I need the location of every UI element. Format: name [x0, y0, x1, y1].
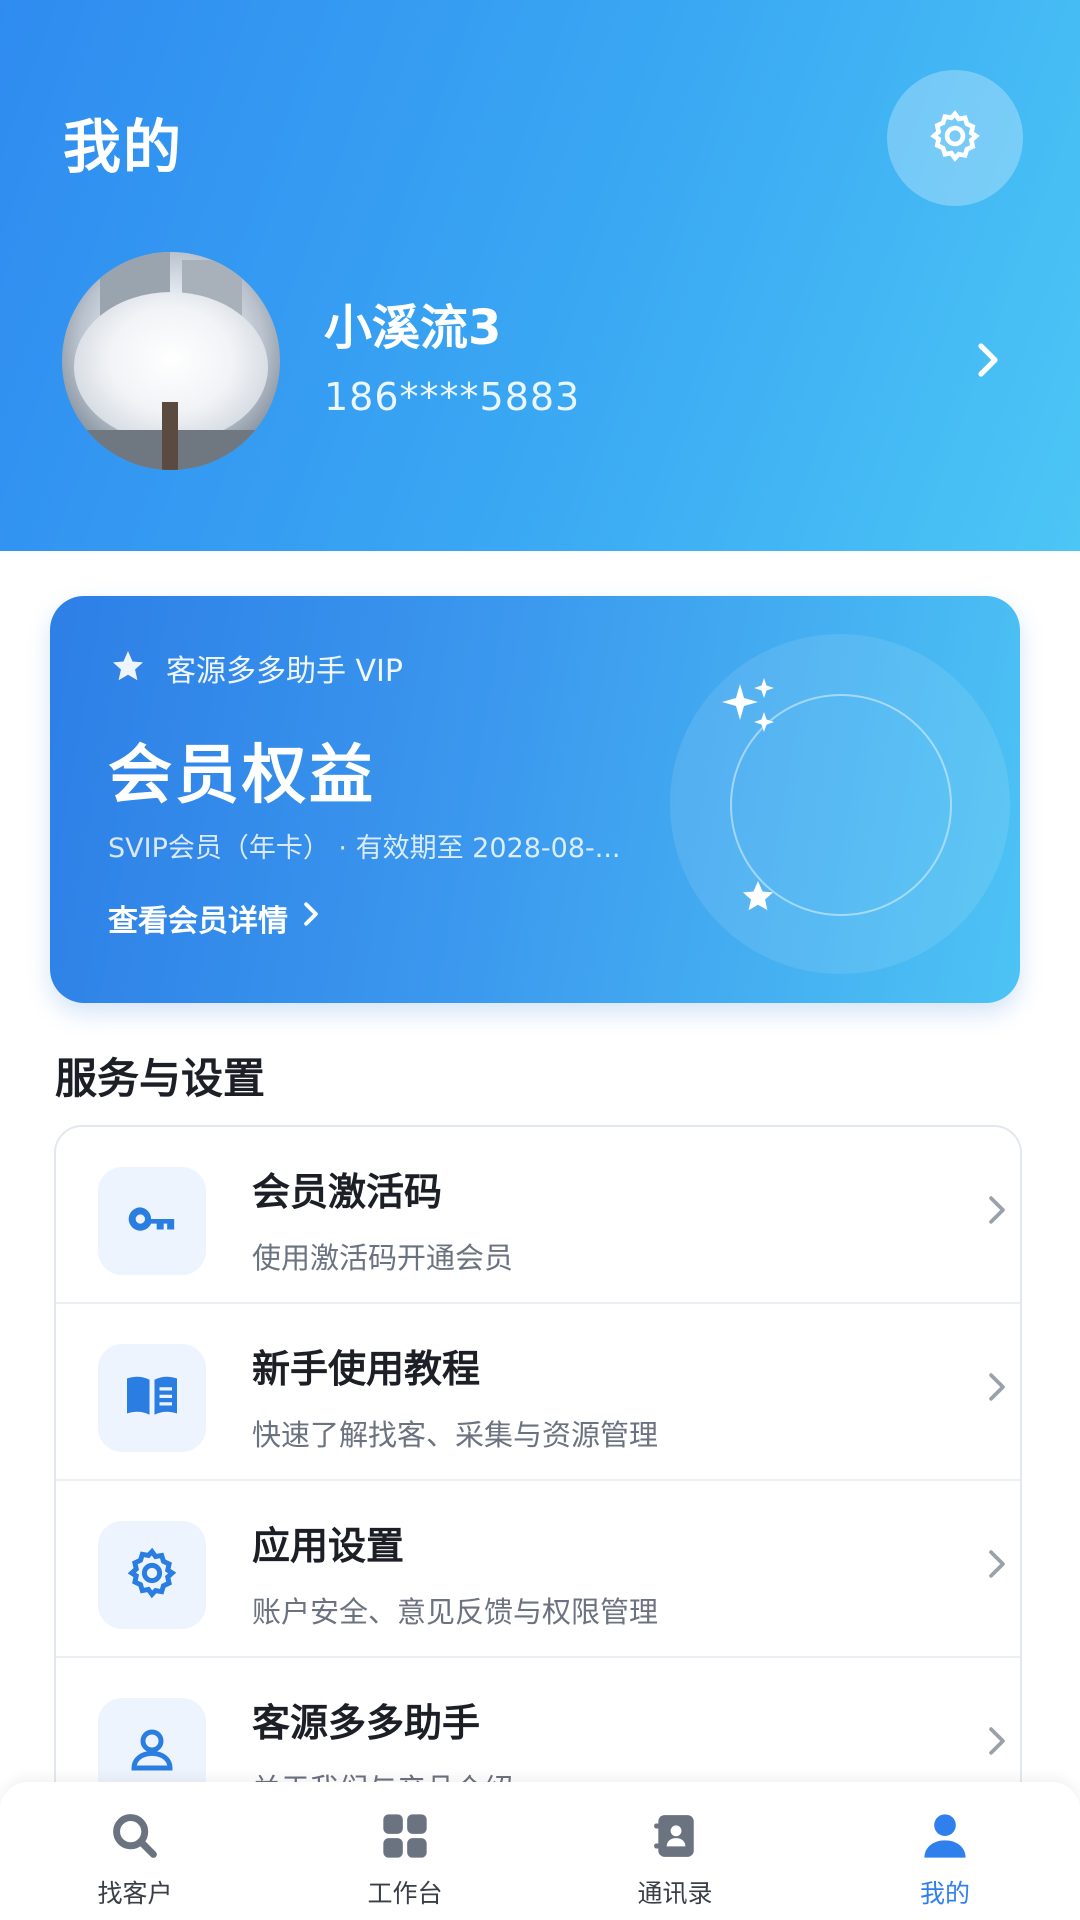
services-list: 会员激活码 使用激活码开通会员 新手使用教程 快速了解找客、采集与资源管理 应用…: [54, 1125, 1022, 1825]
profile-header: 我的 小溪流3 186****5883: [0, 0, 1080, 551]
user-phone: 186****5883: [324, 375, 581, 419]
menu-item-activation-code[interactable]: 会员激活码 使用激活码开通会员: [56, 1127, 1020, 1304]
chevron-right-icon[interactable]: [975, 340, 1001, 384]
avatar[interactable]: [62, 252, 280, 470]
vip-brand-row: 客源多多助手 VIP: [110, 646, 403, 690]
menu-icon-box: [98, 1521, 206, 1629]
settings-button[interactable]: [887, 70, 1023, 206]
nav-item-contacts[interactable]: 通讯录: [540, 1782, 810, 1920]
vip-details-link[interactable]: 查看会员详情: [108, 896, 320, 940]
nav-label: 我的: [919, 1879, 970, 1908]
menu-item-title: 客源多多助手: [252, 1701, 481, 1745]
nav-label: 工作台: [367, 1879, 443, 1908]
nav-item-workbench[interactable]: 工作台: [270, 1782, 540, 1920]
gear-icon: [125, 1546, 179, 1604]
menu-item-title: 应用设置: [252, 1524, 405, 1568]
vip-details-label: 查看会员详情: [108, 904, 288, 939]
page-title: 我的: [63, 113, 184, 181]
nav-label: 通讯录: [637, 1879, 713, 1908]
chevron-right-icon: [986, 1547, 1008, 1585]
grid-icon: [379, 1810, 431, 1866]
bottom-nav: 找客户 工作台 通讯录 我的: [0, 1782, 1080, 1920]
nav-item-find-customers[interactable]: 找客户: [0, 1782, 270, 1920]
person-icon: [919, 1810, 971, 1866]
user-icon: [125, 1723, 179, 1781]
sparkles-icon: [718, 676, 782, 744]
menu-item-desc: 快速了解找客、采集与资源管理: [252, 1418, 659, 1452]
menu-icon-box: [98, 1167, 206, 1275]
menu-item-desc: 账户安全、意见反馈与权限管理: [252, 1595, 659, 1629]
chevron-right-icon: [986, 1193, 1008, 1231]
menu-item-app-settings[interactable]: 应用设置 账户安全、意见反馈与权限管理: [56, 1481, 1020, 1658]
menu-item-tutorial[interactable]: 新手使用教程 快速了解找客、采集与资源管理: [56, 1304, 1020, 1481]
my-page: 我的 小溪流3 186****5883 客源多多助手 VIP 会员权益 SVIP…: [0, 0, 1080, 1920]
menu-item-title: 新手使用教程: [252, 1347, 481, 1391]
star-icon: [110, 648, 146, 688]
contacts-icon: [650, 1810, 700, 1866]
nav-label: 找客户: [97, 1879, 173, 1908]
chevron-right-icon: [986, 1724, 1008, 1762]
key-icon: [124, 1191, 180, 1251]
vip-card[interactable]: 客源多多助手 VIP 会员权益 SVIP会员（年卡） · 有效期至 2028-0…: [50, 596, 1020, 1003]
star-icon: [740, 878, 776, 918]
vip-title: 会员权益: [108, 739, 376, 813]
menu-item-desc: 使用激活码开通会员: [252, 1241, 514, 1275]
user-name: 小溪流3: [324, 300, 502, 356]
book-icon: [122, 1366, 182, 1430]
gear-icon: [927, 108, 983, 168]
vip-brand: 客源多多助手 VIP: [166, 654, 403, 689]
menu-item-title: 会员激活码: [252, 1170, 443, 1214]
chevron-right-icon: [986, 1370, 1008, 1408]
chevron-right-icon: [288, 900, 320, 936]
vip-subtitle: SVIP会员（年卡） · 有效期至 2028-08-...: [108, 833, 621, 864]
search-icon: [109, 1810, 161, 1866]
menu-icon-box: [98, 1344, 206, 1452]
section-title: 服务与设置: [55, 1054, 266, 1103]
nav-item-me[interactable]: 我的: [810, 1782, 1080, 1920]
